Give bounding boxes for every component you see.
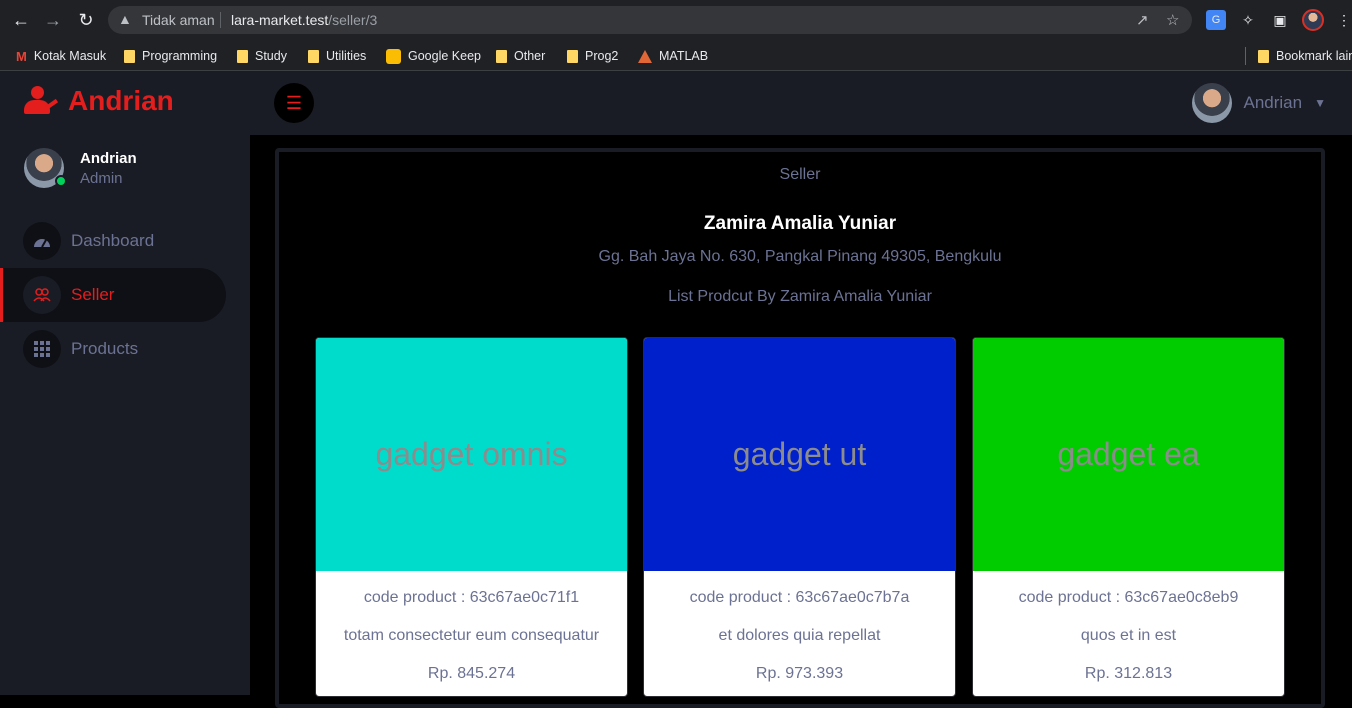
share-icon[interactable]: ↗ [1136,11,1149,29]
sidebar-user-role: Admin [80,169,123,187]
sidebar-item-dashboard[interactable]: Dashboard [0,214,226,268]
product-price: Rp. 845.274 [427,665,516,682]
product-name: et dolores quia repellat [718,627,881,644]
back-arrow-icon[interactable]: ← [10,9,32,31]
url-text: lara-market.test/seller/3 [231,12,378,28]
product-card[interactable]: gadget omnis code product : 63c67ae0c71f… [315,337,628,697]
top-user-dropdown[interactable]: Andrian ▼ [1191,83,1326,123]
brand-name: Andrian [68,85,174,116]
folder-icon [237,49,248,63]
folder-icon [567,49,578,63]
product-list-title: List Prodcut By Zamira Amalia Yuniar [668,288,932,305]
folder-icon [124,49,135,63]
bookmark-study[interactable]: Study [237,46,287,66]
seller-address: Gg. Bah Jaya No. 630, Pangkal Pinang 493… [598,248,1002,265]
speedometer-icon [23,222,61,260]
avatar [1191,83,1232,123]
folder-icon [1258,49,1269,63]
seller-name: Zamira Amalia Yuniar [703,213,897,234]
grid-icon [23,330,61,368]
user-edit-icon [24,86,59,116]
profile-avatar[interactable] [1302,9,1324,31]
folder-icon [496,49,507,63]
bookmark-gmail[interactable]: M Kotak Masuk [16,46,106,66]
bookmark-other[interactable]: Other [496,46,545,66]
online-status-dot [55,175,67,187]
product-code: code product : 63c67ae0c71f1 [363,589,580,606]
bookmark-other-bookmarks[interactable]: Bookmark lain [1258,46,1352,66]
keep-icon [386,48,401,64]
product-price: Rp. 312.813 [1084,665,1173,682]
browser-toolbar: ← → ↻ ▲ Tidak aman lara-market.test/sell… [0,0,1352,40]
forward-arrow-icon[interactable]: → [42,9,64,31]
users-icon [23,276,61,314]
sidebar-user-name: Andrian [80,149,137,167]
bookmarks-bar: M Kotak Masuk Programming Study Utilities… [0,40,1352,71]
menu-dots-icon[interactable]: ⋮ [1334,10,1352,30]
product-image: gadget ea [973,338,1284,571]
address-bar[interactable]: ▲ Tidak aman lara-market.test/seller/3 ↗… [108,6,1192,34]
hamburger-menu-icon[interactable]: ☰ [274,83,314,123]
product-name: totam consectetur eum consequatur [343,627,600,644]
chevron-down-icon: ▼ [1314,96,1326,110]
sidebar-item-seller[interactable]: Seller [0,268,226,322]
product-card[interactable]: gadget ut code product : 63c67ae0c7b7a e… [643,337,956,697]
gmail-icon: M [16,48,27,64]
product-code: code product : 63c67ae0c7b7a [689,589,910,606]
product-card[interactable]: gadget ea code product : 63c67ae0c8eb9 q… [972,337,1285,697]
product-name: quos et in est [1080,627,1177,644]
product-image: gadget ut [644,338,955,571]
sidebar: Andrian Andrian Admin Dashboard Seller P… [0,71,250,695]
product-image: gadget omnis [316,338,627,571]
bookmark-google-keep[interactable]: Google Keep [386,46,481,66]
sidebar-user-profile[interactable]: Andrian Admin [24,148,137,188]
bookmark-programming[interactable]: Programming [124,46,217,66]
sidebar-item-products[interactable]: Products [0,322,226,376]
translate-icon[interactable]: G [1206,10,1226,30]
top-user-name: Andrian [1243,93,1303,112]
bookmark-utilities[interactable]: Utilities [308,46,366,66]
folder-icon [308,49,319,63]
seller-detail-card: Seller Zamira Amalia Yuniar Gg. Bah Jaya… [275,148,1325,708]
matlab-icon [638,49,652,63]
product-code: code product : 63c67ae0c8eb9 [1018,589,1239,606]
product-price: Rp. 973.393 [755,665,844,682]
reload-icon[interactable]: ↻ [75,9,97,31]
bookmark-matlab[interactable]: MATLAB [638,46,708,66]
star-icon[interactable]: ☆ [1166,11,1179,29]
avatar [24,148,67,188]
warning-icon: ▲ [118,11,132,27]
sidepanel-icon[interactable]: ▣ [1270,10,1290,30]
puzzle-icon[interactable]: ✧ [1238,10,1258,30]
bookmark-prog2[interactable]: Prog2 [567,46,618,66]
card-title: Seller [779,166,821,183]
top-navbar: ☰ Andrian ▼ [250,71,1352,135]
security-label: Tidak aman [142,12,215,28]
brand-logo[interactable]: Andrian [24,85,174,117]
